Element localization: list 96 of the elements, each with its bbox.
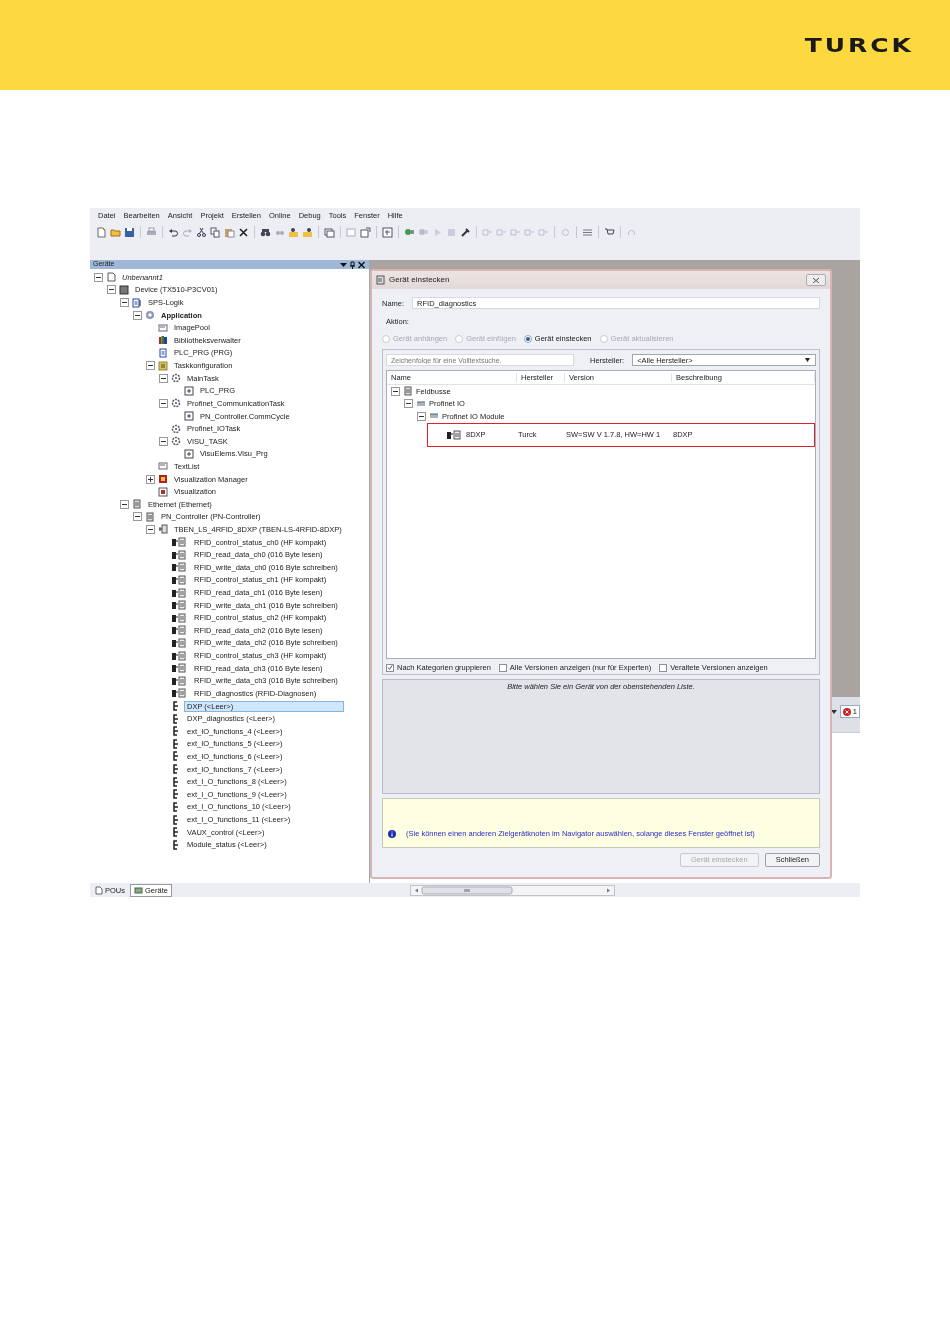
device-icon <box>119 284 129 295</box>
module-icon <box>171 625 188 636</box>
windows-icon[interactable] <box>324 226 335 238</box>
slot-icon <box>171 839 181 850</box>
module-icon <box>171 549 188 560</box>
collapse-icon[interactable] <box>391 386 400 396</box>
brand-logo: TURCK <box>804 35 914 55</box>
slot-icon <box>171 776 181 787</box>
module-icon <box>446 429 463 440</box>
collapse-icon[interactable] <box>107 285 116 295</box>
slot-icon <box>171 789 181 800</box>
replace-folder-icon[interactable] <box>302 226 313 238</box>
program-call-icon <box>184 411 194 421</box>
build-icon[interactable] <box>382 226 393 238</box>
program-call-icon <box>184 448 194 459</box>
pin-icon[interactable] <box>348 260 357 269</box>
collapse-icon[interactable] <box>133 512 142 522</box>
page-icon <box>94 885 103 895</box>
module-icon <box>171 675 188 686</box>
binoculars-icon[interactable] <box>260 226 271 238</box>
bus-module-icon <box>132 499 142 510</box>
delete-icon[interactable] <box>238 226 249 238</box>
collapse-icon[interactable] <box>159 436 168 446</box>
start-icon[interactable] <box>432 226 443 238</box>
find-folder-icon[interactable] <box>288 226 299 238</box>
list-icon[interactable] <box>582 226 593 238</box>
cog-icon <box>171 436 181 447</box>
save-icon[interactable] <box>124 226 135 238</box>
document-icon <box>106 272 116 283</box>
collapse-icon[interactable] <box>146 525 155 534</box>
copy-icon[interactable] <box>210 226 221 238</box>
visualization-manager-icon <box>158 474 168 485</box>
dropdown-icon[interactable] <box>339 260 348 269</box>
wrench-icon[interactable] <box>460 226 471 238</box>
module-icon <box>171 612 188 623</box>
module-icon <box>171 663 188 674</box>
page-icon <box>158 461 168 472</box>
collapse-icon[interactable] <box>133 310 142 320</box>
collapse-icon[interactable] <box>159 373 168 383</box>
slot-icon <box>171 713 181 724</box>
slot-icon <box>171 814 181 825</box>
slot-icon <box>171 701 181 711</box>
cog-icon <box>171 373 181 384</box>
slot-icon <box>171 726 181 737</box>
export-icon[interactable] <box>360 226 371 238</box>
gear-icon <box>145 310 155 321</box>
program-call-icon <box>184 385 194 396</box>
collapse-icon[interactable] <box>94 272 103 282</box>
slot-icon <box>171 764 181 775</box>
collapse-icon[interactable] <box>146 361 155 371</box>
new-file-icon[interactable] <box>96 226 107 238</box>
module-icon <box>171 637 188 648</box>
cart-icon[interactable] <box>604 226 615 238</box>
module-icon <box>171 600 188 611</box>
slot-icon <box>171 738 181 749</box>
module-icon <box>171 587 188 598</box>
page-icon <box>158 322 168 333</box>
module-icon <box>171 650 188 661</box>
check-icon <box>387 664 393 672</box>
slot-icon <box>171 827 181 838</box>
close-icon <box>812 276 820 284</box>
slot-icon <box>171 751 181 762</box>
plc-icon <box>132 297 142 308</box>
visualization-icon <box>158 486 168 497</box>
dialog-icon <box>376 275 385 285</box>
info-icon <box>388 830 396 839</box>
window-title: Gerät einstecken <box>389 275 451 285</box>
undo-icon[interactable] <box>168 226 179 238</box>
close-icon[interactable] <box>357 260 366 269</box>
module-icon <box>171 574 188 585</box>
program-icon <box>158 347 168 358</box>
expand-icon[interactable] <box>146 474 155 484</box>
bus-module-icon <box>145 511 155 522</box>
module-icon <box>171 562 188 573</box>
scissors-icon[interactable] <box>196 226 207 238</box>
connect-icon[interactable] <box>404 226 415 238</box>
module-icon <box>171 537 188 548</box>
collapse-icon[interactable] <box>120 298 129 307</box>
folder-icon[interactable] <box>110 226 121 238</box>
module-icon <box>171 688 188 699</box>
slot-icon <box>171 801 181 812</box>
cog-icon <box>171 423 181 434</box>
error-icon <box>842 707 851 716</box>
station-icon <box>158 524 168 535</box>
devices-icon <box>134 885 143 895</box>
books-icon <box>158 335 168 346</box>
collapse-icon[interactable] <box>159 398 168 408</box>
close-button[interactable] <box>806 274 826 286</box>
task-config-icon <box>158 360 168 371</box>
connector-icon <box>416 398 426 409</box>
collapse-icon[interactable] <box>120 499 129 509</box>
collapse-icon[interactable] <box>417 411 426 421</box>
dropdown-icon <box>804 357 811 363</box>
cog-icon <box>171 398 181 409</box>
horizontal-scrollbar[interactable] <box>410 884 615 896</box>
collapse-icon[interactable] <box>404 399 413 409</box>
